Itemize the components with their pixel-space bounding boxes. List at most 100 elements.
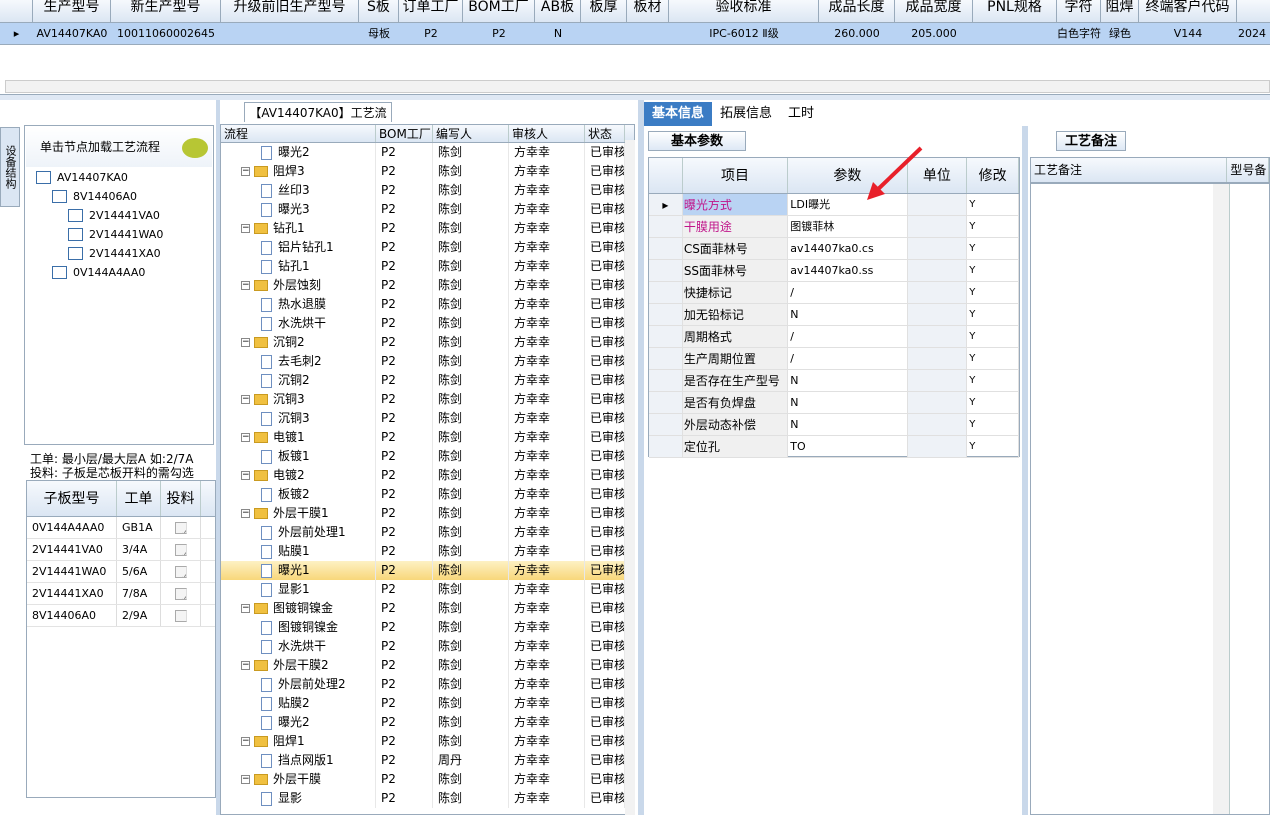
param-unit[interactable]	[907, 348, 968, 369]
param-modify[interactable]: Y	[967, 194, 1019, 215]
param-row[interactable]: 周期格式 / Y	[649, 326, 1019, 348]
splitter[interactable]	[0, 94, 1270, 100]
flow-row[interactable]: − 阻焊1 P2 陈剑 方幸幸 已审核	[221, 732, 634, 751]
collapse-toggle-icon[interactable]: −	[241, 338, 250, 347]
flow-header-cell[interactable]: 编写人	[433, 125, 509, 142]
param-modify[interactable]: Y	[967, 436, 1019, 457]
collapse-toggle-icon[interactable]: −	[241, 737, 250, 746]
flow-row[interactable]: 板镀1 P2 陈剑 方幸幸 已审核	[221, 447, 634, 466]
header-cell[interactable]: 阻焊	[1101, 0, 1139, 22]
flow-row[interactable]: − 沉铜2 P2 陈剑 方幸幸 已审核	[221, 333, 634, 352]
tree-node[interactable]: 2V14441XA0	[36, 244, 212, 263]
feed-cell[interactable]: ✓	[161, 539, 201, 560]
param-unit[interactable]	[907, 326, 968, 347]
subgrid-header-cell[interactable]: 投料	[161, 481, 201, 516]
cell[interactable]: AV14407KA0	[33, 23, 111, 44]
param-row[interactable]: 外层动态补偿 N Y	[649, 414, 1019, 436]
flow-row[interactable]: − 外层干膜 P2 陈剑 方幸幸 已审核	[221, 770, 634, 789]
notes-scrollbar[interactable]	[1213, 184, 1229, 814]
flow-row[interactable]: 铝片钻孔1 P2 陈剑 方幸幸 已审核	[221, 238, 634, 257]
param-modify[interactable]: Y	[967, 348, 1019, 369]
header-cell[interactable]: BOM工厂	[463, 0, 535, 22]
collapse-toggle-icon[interactable]: −	[241, 471, 250, 480]
param-value[interactable]: /	[788, 282, 908, 303]
param-unit[interactable]	[907, 282, 968, 303]
flow-row[interactable]: 曝光1 P2 陈剑 方幸幸 已审核	[221, 561, 634, 580]
vertical-tab-device-structure[interactable]: 设备结构	[0, 127, 20, 207]
param-modify[interactable]: Y	[967, 304, 1019, 325]
param-value[interactable]: av14407ka0.ss	[788, 260, 908, 281]
flow-row[interactable]: 外层前处理2 P2 陈剑 方幸幸 已审核	[221, 675, 634, 694]
feed-cell[interactable]: ✓	[161, 561, 201, 582]
middle-splitter[interactable]	[638, 100, 644, 815]
tab-2[interactable]: 工时	[780, 102, 822, 126]
subgrid-row[interactable]: 0V144A4AA0GB1A ✓	[27, 517, 215, 539]
cell[interactable]	[581, 23, 627, 44]
flow-row[interactable]: 水洗烘干 P2 陈剑 方幸幸 已审核	[221, 637, 634, 656]
param-row[interactable]: 干膜用途 图镀菲林 Y	[649, 216, 1019, 238]
flow-row[interactable]: 丝印3 P2 陈剑 方幸幸 已审核	[221, 181, 634, 200]
param-value[interactable]: N	[788, 304, 908, 325]
cell[interactable]: 205.000	[895, 23, 973, 44]
feed-cell[interactable]: ✓	[161, 583, 201, 604]
param-value[interactable]: N	[788, 414, 908, 435]
notes-grid-body[interactable]	[1030, 183, 1270, 815]
cell[interactable]: 绿色	[1101, 23, 1139, 44]
collapse-toggle-icon[interactable]: −	[241, 775, 250, 784]
param-value[interactable]: N	[788, 370, 908, 391]
right-splitter[interactable]	[1022, 126, 1028, 815]
horizontal-scrollbar[interactable]	[5, 80, 1270, 93]
subgrid-row[interactable]: 8V14406A0 2/9A	[27, 605, 215, 627]
subgrid-header-cell[interactable]: 子板型号	[27, 481, 117, 516]
cell[interactable]: N	[535, 23, 581, 44]
collapse-toggle-icon[interactable]: −	[241, 281, 250, 290]
flow-row[interactable]: 图镀铜镍金 P2 陈剑 方幸幸 已审核	[221, 618, 634, 637]
flow-row[interactable]: 外层前处理1 P2 陈剑 方幸幸 已审核	[221, 523, 634, 542]
flow-row[interactable]: − 沉铜3 P2 陈剑 方幸幸 已审核	[221, 390, 634, 409]
header-cell[interactable]: AB板	[535, 0, 581, 22]
param-unit[interactable]	[907, 216, 968, 237]
cell[interactable]: 母板	[359, 23, 399, 44]
tree-node[interactable]: 2V14441VA0	[36, 206, 212, 225]
cell[interactable]: 2024	[1237, 23, 1267, 44]
tree-node[interactable]: 8V14406A0	[36, 187, 212, 206]
param-unit[interactable]	[907, 238, 968, 259]
header-cell[interactable]: 成品宽度	[895, 0, 973, 22]
flow-header-cell[interactable]: 流程	[221, 125, 376, 142]
param-modify[interactable]: Y	[967, 260, 1019, 281]
tree-node[interactable]: 0V144A4AA0	[36, 263, 212, 282]
header-cell[interactable]: 新生产型号	[111, 0, 221, 22]
notes-header-cell[interactable]: 工艺备注	[1031, 158, 1228, 182]
param-row[interactable]: 定位孔 TO Y	[649, 436, 1019, 458]
flow-header-cell[interactable]: BOM工厂	[376, 125, 433, 142]
header-cell[interactable]: 板厚	[581, 0, 627, 22]
param-unit[interactable]	[907, 304, 968, 325]
param-modify[interactable]: Y	[967, 392, 1019, 413]
collapse-toggle-icon[interactable]: −	[241, 509, 250, 518]
param-value[interactable]: av14407ka0.cs	[788, 238, 908, 259]
flow-header-cell[interactable]: 状态	[585, 125, 625, 142]
param-value[interactable]: /	[788, 348, 908, 369]
flow-row[interactable]: − 钻孔1 P2 陈剑 方幸幸 已审核	[221, 219, 634, 238]
param-unit[interactable]	[907, 370, 968, 391]
feed-checkbox[interactable]: ✓	[174, 588, 187, 600]
flow-row[interactable]: − 外层干膜2 P2 陈剑 方幸幸 已审核	[221, 656, 634, 675]
feed-checkbox[interactable]: ✓	[174, 544, 187, 556]
collapse-toggle-icon[interactable]: −	[241, 661, 250, 670]
flow-row[interactable]: − 阻焊3 P2 陈剑 方幸幸 已审核	[221, 162, 634, 181]
flow-row[interactable]: 曝光2 P2 陈剑 方幸幸 已审核	[221, 143, 634, 162]
cell[interactable]: 白色字符	[1057, 23, 1101, 44]
header-cell[interactable]: 终端客户代码	[1139, 0, 1237, 22]
param-value[interactable]: N	[788, 392, 908, 413]
flow-row[interactable]: 热水退膜 P2 陈剑 方幸幸 已审核	[221, 295, 634, 314]
param-row[interactable]: CS面菲林号 av14407ka0.cs Y	[649, 238, 1019, 260]
param-row[interactable]: 加无铅标记 N Y	[649, 304, 1019, 326]
feed-cell[interactable]: ✓	[161, 517, 201, 538]
param-unit[interactable]	[907, 414, 968, 435]
tab-basic-params[interactable]: 基本参数	[648, 131, 746, 151]
flow-row[interactable]: 水洗烘干 P2 陈剑 方幸幸 已审核	[221, 314, 634, 333]
subgrid-row[interactable]: 2V14441VA03/4A ✓	[27, 539, 215, 561]
header-cell[interactable]: 成品长度	[819, 0, 895, 22]
feed-checkbox[interactable]: ✓	[174, 566, 187, 578]
param-row[interactable]: 是否存在生产型号 N Y	[649, 370, 1019, 392]
